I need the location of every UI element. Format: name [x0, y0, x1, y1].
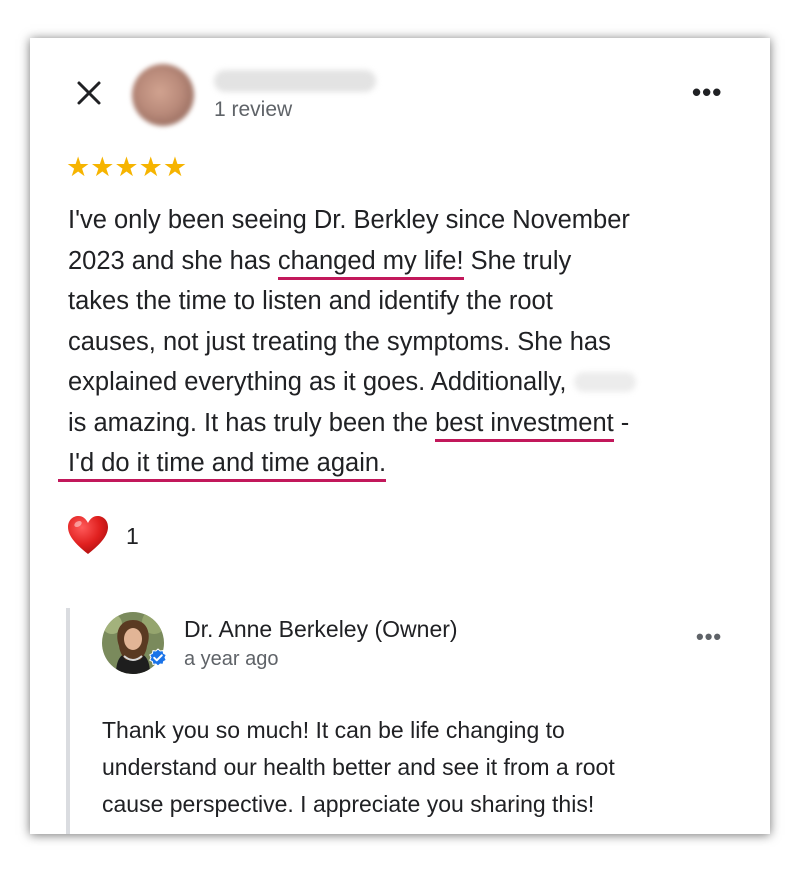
more-options-icon[interactable]: •••	[692, 79, 722, 105]
owner-reply: Dr. Anne Berkeley (Owner) a year ago •••…	[66, 608, 770, 834]
review-text: I've only been seeing Dr. Berkley since …	[58, 200, 758, 484]
reply-line: understand our health better and see it …	[102, 754, 615, 780]
heart-icon[interactable]	[66, 514, 110, 558]
reviewer-review-count: 1 review	[214, 98, 293, 121]
review-line: causes, not just treating the symptoms. …	[68, 327, 611, 356]
reply-more-options-icon[interactable]: •••	[696, 624, 722, 650]
reply-timestamp: a year ago	[184, 648, 279, 670]
reaction-count: 1	[126, 523, 139, 549]
verified-badge-icon	[149, 648, 167, 667]
reviewer-name-redacted[interactable]	[214, 70, 376, 92]
reply-line: Thank you so much! It can be life changi…	[102, 717, 565, 743]
highlight-changed-my-life: changed my life!	[277, 246, 464, 280]
reviewer-avatar[interactable]	[132, 64, 194, 126]
reply-text: Thank you so much! It can be life changi…	[102, 712, 752, 823]
owner-name[interactable]: Dr. Anne Berkeley (Owner)	[184, 616, 458, 643]
star-rating: ★★★★★	[66, 152, 188, 182]
review-line: I've only been seeing Dr. Berkley since …	[68, 206, 630, 234]
highlight-best-investment: best investment	[435, 408, 614, 442]
close-icon[interactable]	[74, 78, 104, 108]
review-line: explained everything as it goes. Additio…	[68, 362, 758, 403]
review-line: I'd do it time and time again.	[58, 443, 758, 484]
review-line: takes the time to listen and identify th…	[68, 287, 553, 315]
review-line: 2023 and she has changed my life! She tr…	[68, 241, 758, 282]
redacted-name	[573, 372, 636, 392]
review-line: is amazing. It has truly been the best i…	[68, 403, 758, 444]
review-card: 1 review ••• ★★★★★ I've only been seeing…	[30, 38, 770, 834]
highlight-do-it-again: I'd do it time and time again.	[58, 448, 387, 482]
reply-line: cause perspective. I appreciate you shar…	[102, 791, 595, 817]
